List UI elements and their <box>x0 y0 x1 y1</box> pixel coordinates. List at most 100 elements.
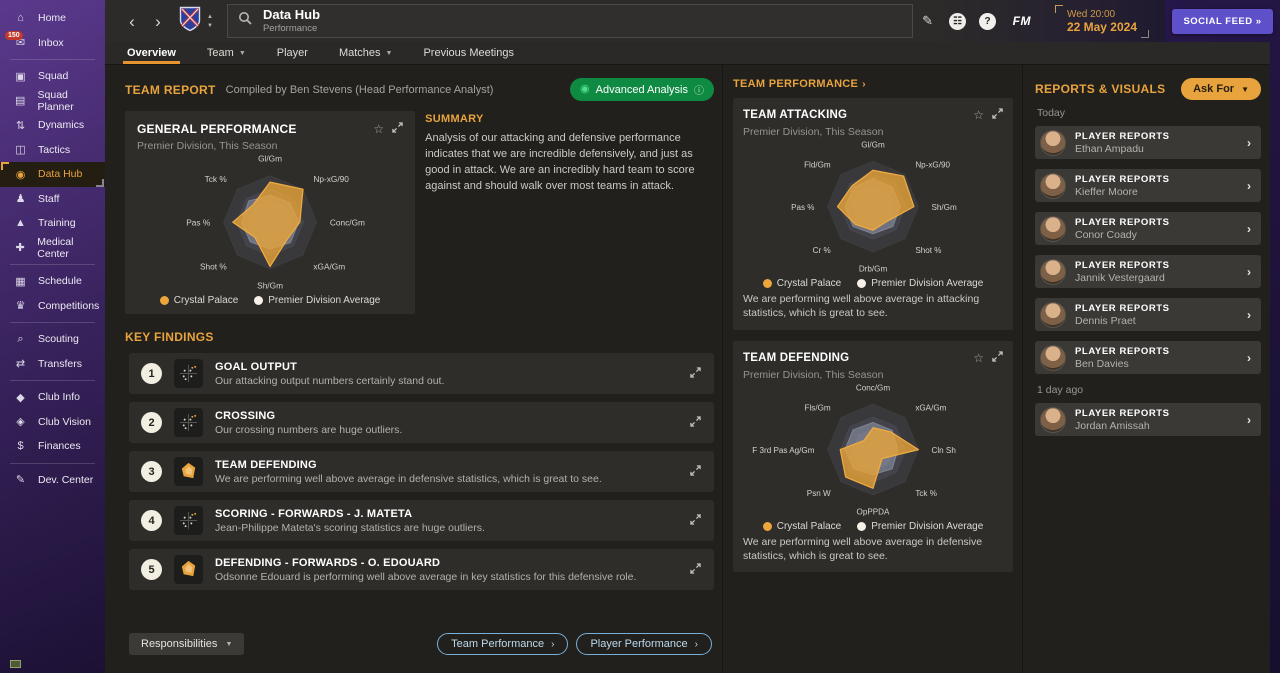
svg-text:Fld/Gm: Fld/Gm <box>804 161 831 170</box>
expand-icon[interactable] <box>690 365 701 383</box>
sidebar-item-staff[interactable]: ♟Staff <box>0 187 105 212</box>
favorite-star-icon[interactable]: ☆ <box>973 109 984 121</box>
tab-overview[interactable]: Overview <box>125 42 178 64</box>
staff-icon: ♟ <box>12 192 29 205</box>
club-crest-icon[interactable] <box>179 6 201 37</box>
finding-number: 3 <box>141 461 162 482</box>
key-finding-scoring-forwards-j-mateta[interactable]: 4SCORING - FORWARDS - J. MATETAJean-Phil… <box>129 500 714 541</box>
expand-icon[interactable] <box>690 561 701 579</box>
finding-text: TEAM DEFENDINGWe are performing well abo… <box>215 459 602 485</box>
finding-title: GOAL OUTPUT <box>215 361 444 373</box>
responsibilities-button[interactable]: Responsibilities▼ <box>129 633 244 655</box>
search-bar[interactable]: Data Hub Performance <box>227 4 913 38</box>
sidebar-item-training[interactable]: ▲Training <box>0 211 105 236</box>
tab-team[interactable]: Team▼ <box>205 42 248 64</box>
sidebar-item-label: Squad Planner <box>38 89 105 113</box>
svg-text:Shot %: Shot % <box>915 246 941 255</box>
player-report-ben-davies[interactable]: PLAYER REPORTSBen Davies› <box>1035 341 1261 374</box>
dev-center-icon: ✎ <box>12 473 29 486</box>
team-performance-button[interactable]: Team Performance› <box>437 633 568 655</box>
team-performance-link[interactable]: TEAM PERFORMANCE › <box>733 78 1013 90</box>
svg-text:xGA/Gm: xGA/Gm <box>313 262 345 272</box>
legend-dot <box>254 296 263 305</box>
sidebar-item-data-hub[interactable]: ◉Data Hub <box>0 162 105 187</box>
player-report-dennis-praet[interactable]: PLAYER REPORTSDennis Praet› <box>1035 298 1261 331</box>
sidebar-item-label: Squad <box>38 70 68 82</box>
team-report-header: TEAM REPORT <box>125 83 216 97</box>
sidebar-item-label: Dynamics <box>38 119 84 131</box>
legend-item-crystal-palace: Crystal Palace <box>763 521 841 532</box>
general-performance-card[interactable]: GENERAL PERFORMANCE ☆ Premier Division, … <box>125 111 415 314</box>
competitions-icon: ♛ <box>12 299 29 312</box>
sidebar-item-squad-planner[interactable]: ▤ Squad Planner <box>0 89 105 114</box>
team-attacking-card[interactable]: TEAM ATTACKING ☆ Premier Division, This … <box>733 98 1013 330</box>
advanced-analysis-button[interactable]: ◉ Advanced Analysis ⓘ <box>570 78 714 101</box>
player-report-jordan-amissah[interactable]: PLAYER REPORTSJordan Amissah› <box>1035 403 1261 436</box>
favorite-star-icon[interactable]: ☆ <box>373 123 384 135</box>
sidebar-item-label: Finances <box>38 440 81 452</box>
help-icon[interactable]: ? <box>973 12 1003 30</box>
svg-text:Sh/Gm: Sh/Gm <box>257 281 283 291</box>
radar-chart-icon <box>174 457 203 486</box>
sidebar-divider <box>10 59 95 60</box>
sidebar-nav: ⌂Home✉150Inbox ▣Squad ▤ Squad Planner⇅Dynam… <box>0 6 105 492</box>
social-feed-button[interactable]: SOCIAL FEED » <box>1172 9 1272 34</box>
player-report-kieffer-moore[interactable]: PLAYER REPORTSKieffer Moore› <box>1035 169 1261 202</box>
sidebar-item-squad[interactable]: ▣Squad <box>0 64 105 89</box>
general-performance-radar: Gl/GmNp-xG/90Conc/GmxGA/GmSh/GmShot %Pas… <box>137 154 403 295</box>
page-title-block: Data Hub Performance <box>263 8 320 33</box>
expand-icon[interactable] <box>992 349 1003 367</box>
finding-number: 4 <box>141 510 162 531</box>
sidebar-item-schedule[interactable]: ▦Schedule <box>0 269 105 294</box>
sidebar-item-competitions[interactable]: ♛Competitions <box>0 294 105 319</box>
key-finding-goal-output[interactable]: 1GOAL OUTPUTOur attacking output numbers… <box>129 353 714 394</box>
tab-player[interactable]: Player <box>275 42 310 64</box>
game-date[interactable]: Wed 20:00 22 May 2024 <box>1055 5 1149 38</box>
expand-icon[interactable] <box>392 120 403 138</box>
player-name: Ben Davies <box>1075 358 1170 370</box>
sidebar-item-tactics[interactable]: ◫Tactics <box>0 138 105 163</box>
sidebar-item-transfers[interactable]: ⇄Transfers <box>0 352 105 377</box>
svg-text:Gl/Gm: Gl/Gm <box>258 154 282 163</box>
sidebar-item-club-info[interactable]: ◆Club Info <box>0 385 105 410</box>
squad-planner-icon: ▤ <box>12 94 29 107</box>
player-avatar <box>1040 302 1066 328</box>
sidebar-item-medical-center[interactable]: ✚Medical Center <box>0 236 105 261</box>
key-finding-crossing[interactable]: 2CROSSINGOur crossing numbers are huge o… <box>129 402 714 443</box>
sidebar-item-dynamics[interactable]: ⇅Dynamics <box>0 113 105 138</box>
key-finding-team-defending[interactable]: 3 TEAM DEFENDINGWe are performing well ab… <box>129 451 714 492</box>
expand-icon[interactable] <box>992 106 1003 124</box>
expand-icon[interactable] <box>690 463 701 481</box>
ask-for-button[interactable]: Ask For▼ <box>1181 78 1261 100</box>
svg-text:F 3rd Pas Ag/Gm: F 3rd Pas Ag/Gm <box>752 445 814 454</box>
layout-toggle-icon[interactable] <box>10 660 21 668</box>
key-finding-defending-forwards-o-edouard[interactable]: 5DEFENDING - FORWARDS - O. EDOUARDOdsonn… <box>129 549 714 590</box>
compiled-by-text: Compiled by Ben Stevens (Head Performanc… <box>226 84 494 96</box>
sidebar-item-dev-center[interactable]: ✎Dev. Center <box>0 468 105 493</box>
back-arrow-icon[interactable]: ‹ <box>119 13 145 30</box>
sidebar-item-label: Medical Center <box>37 236 105 260</box>
player-performance-button[interactable]: Player Performance› <box>576 633 712 655</box>
favorite-star-icon[interactable]: ☆ <box>973 352 984 364</box>
sidebar-item-home[interactable]: ⌂Home <box>0 6 105 31</box>
sidebar-item-label: Inbox <box>38 37 64 49</box>
club-switcher-carets[interactable]: ▲▼ <box>207 14 213 29</box>
expand-icon[interactable] <box>690 414 701 432</box>
player-report-jannik-vestergaard[interactable]: PLAYER REPORTSJannik Vestergaard› <box>1035 255 1261 288</box>
tab-matches[interactable]: Matches▼ <box>337 42 395 64</box>
sidebar-item-club-vision[interactable]: ◈Club Vision <box>0 410 105 435</box>
team-defending-card[interactable]: TEAM DEFENDING ☆ Premier Division, This … <box>733 341 1013 573</box>
tab-previous-meetings[interactable]: Previous Meetings <box>421 42 516 64</box>
expand-icon[interactable] <box>690 512 701 530</box>
svg-text:Shot %: Shot % <box>200 262 227 272</box>
forward-arrow-icon[interactable]: › <box>145 13 171 30</box>
globe-icon[interactable]: ☷ <box>943 12 973 30</box>
player-report-ethan-ampadu[interactable]: PLAYER REPORTSEthan Ampadu› <box>1035 126 1261 159</box>
sidebar-item-inbox[interactable]: ✉150Inbox <box>0 31 105 56</box>
edit-pencil-icon[interactable]: ✎ <box>913 13 943 29</box>
player-report-conor-coady[interactable]: PLAYER REPORTSConor Coady› <box>1035 212 1261 245</box>
sidebar-item-finances[interactable]: $Finances <box>0 434 105 459</box>
player-name: Conor Coady <box>1075 229 1170 241</box>
legend-dot <box>160 296 169 305</box>
sidebar-item-scouting[interactable]: ⌕Scouting <box>0 327 105 352</box>
